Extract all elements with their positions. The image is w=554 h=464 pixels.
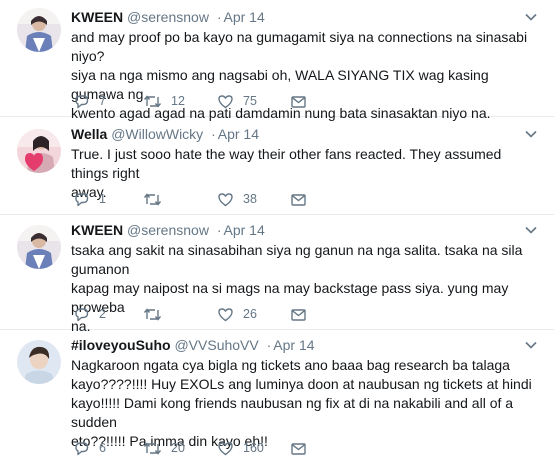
tweet-text-line: tsaka ang sakit na sinasabihan siya ng g… (71, 242, 523, 277)
tweet-actions: 6 20 160 (71, 438, 531, 458)
reply-count: 6 (99, 441, 106, 455)
tweet-date[interactable]: Apr 14 (273, 337, 314, 353)
tweet-header: KWEEN @serensnow · Apr 14 (71, 7, 265, 27)
tweet-date[interactable]: Apr 14 (224, 9, 265, 25)
retweet-icon (143, 94, 162, 108)
avatar[interactable] (17, 225, 61, 269)
heart-icon (218, 192, 233, 206)
like-count: 75 (243, 94, 257, 108)
like-button[interactable]: 38 (217, 189, 257, 209)
chevron-down-icon[interactable] (524, 223, 538, 237)
avatar[interactable] (17, 8, 61, 52)
chevron-down-icon[interactable] (524, 127, 538, 141)
display-name[interactable]: #iloveyouSuho (71, 337, 171, 353)
separator-dot: · (216, 9, 222, 25)
reply-button[interactable]: 2 (73, 304, 106, 324)
separator-dot: · (211, 126, 216, 142)
reply-button[interactable]: 7 (73, 91, 106, 111)
tweet-text-line: Nagkaroon ngata cya bigla ng tickets ano… (71, 357, 510, 373)
chevron-down-icon[interactable] (524, 10, 538, 24)
reply-count: 2 (99, 307, 106, 321)
tweet[interactable]: KWEEN @serensnow · Apr 14 and may proof p… (0, 0, 554, 121)
heart-icon (218, 441, 233, 455)
tweet[interactable]: Wella @WillowWicky · Apr 14 True. I just … (0, 117, 554, 215)
like-button[interactable]: 160 (217, 438, 264, 458)
display-name[interactable]: Wella (71, 126, 107, 142)
direct-message-button[interactable] (290, 304, 307, 324)
tweet[interactable]: KWEEN @serensnow · Apr 14 tsaka ang sakit… (0, 215, 554, 334)
tweet-text-line: True. I just sooo hate the way their oth… (71, 146, 502, 181)
reply-button[interactable]: 1 (73, 189, 106, 209)
tweet-actions: 7 12 75 (71, 91, 531, 111)
reply-icon (75, 192, 89, 206)
tweet-thread: KWEEN @serensnow · Apr 14 and may proof p… (0, 0, 554, 464)
heart-icon (218, 94, 233, 108)
reply-button[interactable]: 6 (73, 438, 106, 458)
user-handle[interactable]: @VVSuhoVV (174, 337, 258, 353)
envelope-icon (291, 308, 306, 321)
tweet[interactable]: #iloveyouSuho @VVSuhoVV · Apr 14 Nagkaroo… (0, 330, 554, 464)
direct-message-button[interactable] (290, 189, 307, 209)
direct-message-button[interactable] (290, 91, 307, 111)
envelope-icon (291, 95, 306, 108)
tweet-header: KWEEN @serensnow · Apr 14 (71, 220, 265, 240)
retweet-button[interactable]: 20 (143, 438, 185, 458)
user-handle[interactable]: @serensnow (127, 9, 209, 25)
tweet-actions: 2 26 (71, 304, 531, 324)
reply-count: 1 (99, 192, 106, 206)
like-count: 160 (243, 441, 264, 455)
retweet-button[interactable] (143, 189, 171, 209)
direct-message-button[interactable] (290, 438, 307, 458)
display-name[interactable]: KWEEN (71, 222, 123, 238)
tweet-text-line: and may proof po ba kayo na gumagamit si… (71, 29, 528, 64)
avatar[interactable] (17, 340, 61, 384)
like-button[interactable]: 26 (217, 304, 257, 324)
separator-dot: · (266, 337, 272, 353)
retweet-button[interactable]: 12 (143, 91, 185, 111)
reply-icon (75, 441, 89, 455)
tweet-actions: 1 38 (71, 189, 531, 209)
retweet-count: 20 (171, 441, 185, 455)
avatar[interactable] (17, 129, 61, 173)
tweet-date[interactable]: Apr 14 (224, 222, 265, 238)
retweet-icon (143, 307, 162, 321)
retweet-icon (143, 192, 162, 206)
heart-icon (218, 307, 233, 321)
tweet-header: Wella @WillowWicky · Apr 14 (71, 124, 259, 144)
tweet-header: #iloveyouSuho @VVSuhoVV · Apr 14 (71, 335, 315, 355)
chevron-down-icon[interactable] (524, 338, 538, 352)
separator-dot: · (216, 222, 222, 238)
retweet-button[interactable] (143, 304, 171, 324)
tweet-date[interactable]: Apr 14 (218, 126, 259, 142)
user-handle[interactable]: @WillowWicky (111, 126, 203, 142)
retweet-count: 12 (171, 94, 185, 108)
envelope-icon (291, 193, 306, 206)
user-handle[interactable]: @serensnow (127, 222, 209, 238)
reply-icon (75, 307, 89, 321)
tweet-text-line: kayo!!!!! Dami kong friends naubusan ng … (71, 395, 514, 430)
reply-icon (75, 94, 89, 108)
tweet-text: Nagkaroon ngata cya bigla ng tickets ano… (71, 356, 541, 451)
envelope-icon (291, 442, 306, 455)
like-button[interactable]: 75 (217, 91, 257, 111)
reply-count: 7 (99, 94, 106, 108)
like-count: 38 (243, 192, 257, 206)
display-name[interactable]: KWEEN (71, 9, 123, 25)
like-count: 26 (243, 307, 257, 321)
tweet-text-line: kayo????!!!! Huy EXOLs ang luminya doon … (71, 376, 532, 392)
retweet-icon (143, 441, 162, 455)
